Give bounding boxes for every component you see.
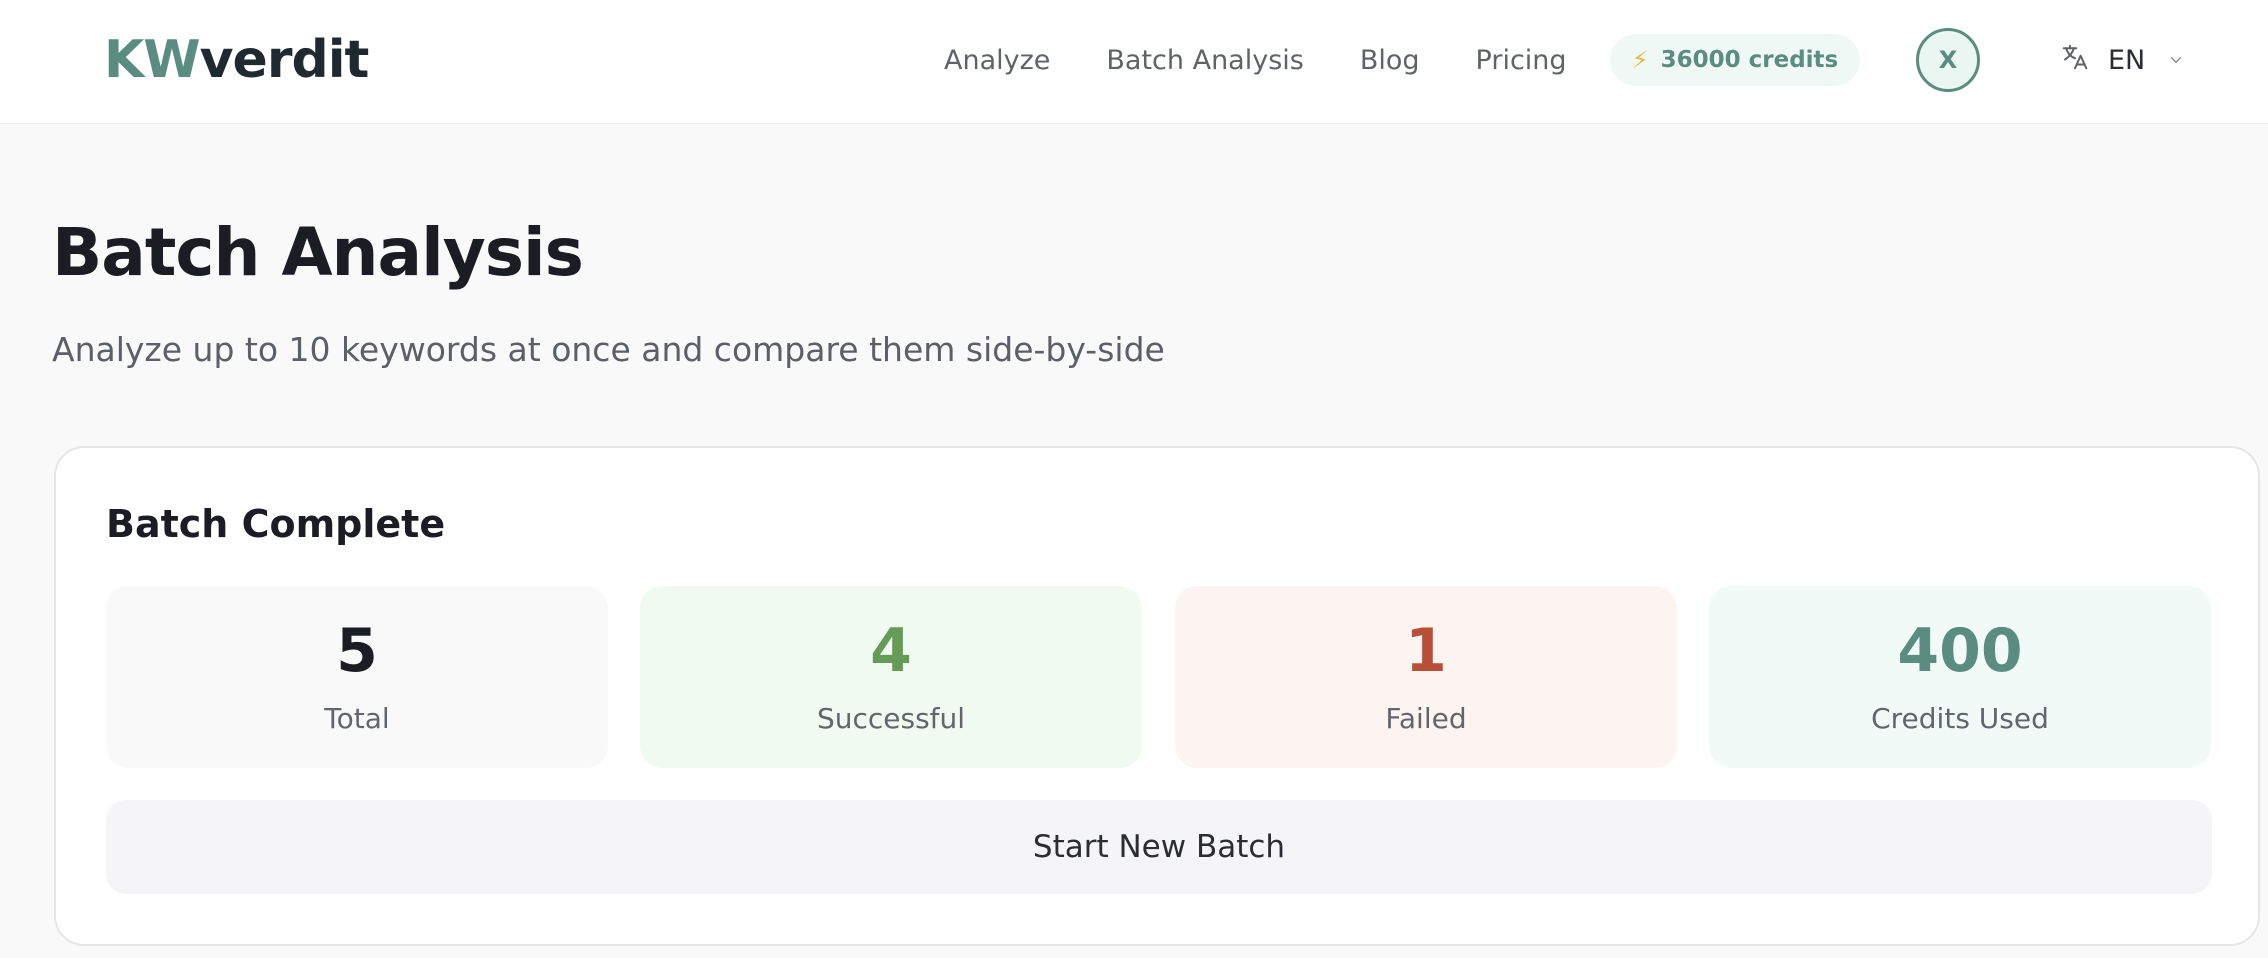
language-code: EN bbox=[2108, 44, 2146, 76]
stat-successful: 4 Successful bbox=[640, 586, 1142, 768]
stat-credits-used: 400 Credits Used bbox=[1709, 586, 2211, 768]
stat-successful-value: 4 bbox=[870, 616, 912, 686]
stat-failed: 1 Failed bbox=[1175, 586, 1677, 768]
avatar-initial: X bbox=[1938, 46, 1958, 74]
stat-successful-label: Successful bbox=[816, 702, 966, 735]
logo-verdit: verdit bbox=[199, 30, 370, 90]
stat-credits-value: 400 bbox=[1897, 616, 2023, 686]
batch-status-title: Batch Complete bbox=[106, 502, 446, 546]
logo-kw: KW bbox=[104, 30, 201, 90]
stat-failed-value: 1 bbox=[1405, 616, 1447, 686]
language-selector[interactable]: EN bbox=[2060, 38, 2185, 82]
nav-batch-analysis[interactable]: Batch Analysis bbox=[1106, 45, 1303, 76]
page-title: Batch Analysis bbox=[52, 214, 584, 291]
page-subtitle: Analyze up to 10 keywords at once and co… bbox=[52, 330, 1165, 369]
stat-failed-label: Failed bbox=[1385, 702, 1467, 735]
stat-total-value: 5 bbox=[336, 616, 378, 686]
nav-analyze[interactable]: Analyze bbox=[944, 45, 1050, 76]
stat-total: 5 Total bbox=[106, 586, 608, 768]
chevron-down-icon bbox=[2167, 45, 2185, 76]
nav-pricing[interactable]: Pricing bbox=[1476, 45, 1567, 76]
start-new-batch-button[interactable]: Start New Batch bbox=[106, 800, 2212, 894]
batch-result-card: Batch Complete 5 Total 4 Successful 1 Fa… bbox=[54, 446, 2260, 946]
credits-badge[interactable]: ⚡ 36000 credits bbox=[1610, 34, 1860, 86]
user-avatar[interactable]: X bbox=[1916, 28, 1980, 92]
stat-total-label: Total bbox=[324, 702, 390, 735]
nav-blog[interactable]: Blog bbox=[1360, 45, 1420, 76]
kwverdit-logo[interactable]: KW verdit bbox=[104, 28, 370, 92]
top-nav-bar: KW verdit Analyze Batch Analysis Blog Pri… bbox=[0, 0, 2268, 124]
credits-label: 36000 credits bbox=[1660, 47, 1839, 73]
translate-icon bbox=[2060, 42, 2090, 79]
stat-credits-label: Credits Used bbox=[1871, 702, 2049, 735]
main-nav: Analyze Batch Analysis Blog Pricing bbox=[944, 36, 1623, 84]
lightning-bolt-icon: ⚡ bbox=[1631, 46, 1649, 74]
